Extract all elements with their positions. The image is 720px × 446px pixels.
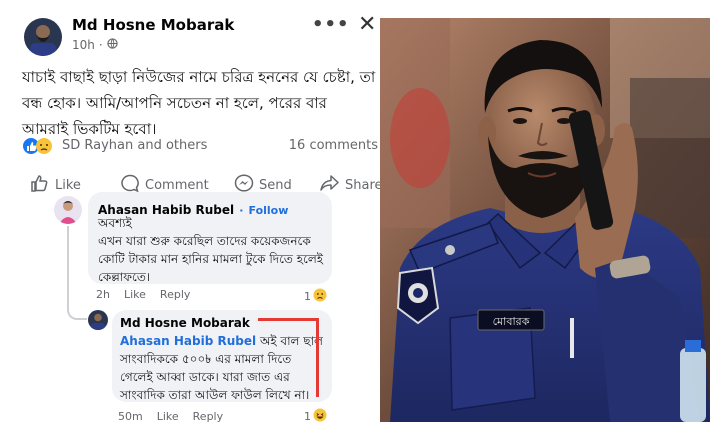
post-time[interactable]: 10h [72,38,95,52]
close-icon[interactable]: ✕ [358,12,376,37]
reply-reaction[interactable]: 1 [304,408,327,425]
post-body: যাচাই বাছাই ছাড়া নিউজের নামে চরিত্র হনন… [22,64,378,142]
globe-icon [107,38,118,52]
comment-text: অবশ্যই এখন যারা শুরু করেছিল তাদের কয়েকজ… [98,214,323,286]
comment-line: কোটি টাকার মান হানির মামলা টুকে দিতে হলে… [98,252,324,266]
mention-link[interactable]: Ahasan Habib Rubel [120,334,256,348]
like-label: Like [55,177,81,193]
post-body-line: বন্ধ হোক। আমি/আপনি সচেতন না হলে, পরের বা… [22,94,327,112]
dot-separator: · [98,38,103,52]
comments-count[interactable]: 16 comments [289,138,378,153]
officer-photo: মোবারক [380,18,710,422]
comment-reaction[interactable]: 1 [304,288,327,305]
post-body-line: যাচাই বাছাই ছাড়া নিউজের নামে চরিত্র হনন… [22,68,376,86]
send-label: Send [259,177,292,193]
facebook-post: Md Hosne Mobarak 10h · ••• ✕ যাচাই বাছাই… [8,6,383,442]
more-options-icon[interactable]: ••• [312,14,350,35]
comment-reply-button[interactable]: Reply [160,288,190,301]
name-tag-text: মোবারক [493,315,530,328]
reply-time[interactable]: 50m [118,410,143,423]
comment-time[interactable]: 2h [96,288,110,301]
like-button[interactable]: Like [30,174,81,196]
comment-line: অবশ্যই [98,216,132,230]
thread-connector [67,226,87,320]
comment-line: কেল্লাফতে। [98,270,151,284]
share-button[interactable]: Share [320,174,383,196]
post-meta: 10h · [72,38,118,52]
reply-author-avatar[interactable] [88,310,108,330]
reaction-count: 1 [304,290,311,303]
thumbs-up-icon [30,174,50,196]
reaction-count: 1 [304,410,311,423]
share-label: Share [345,177,383,193]
post-author-name[interactable]: Md Hosne Mobarak [72,16,234,34]
sad-face-icon [313,288,327,305]
red-highlight-mark [258,318,319,397]
reactions-text[interactable]: SD Rayhan and others [62,138,207,153]
comment-meta: 2h Like Reply [96,288,190,301]
reaction-icons[interactable] [22,137,52,155]
comment-line: এখন যারা শুরু করেছিল তাদের কয়েকজনকে [98,234,311,248]
commenter-avatar[interactable] [54,196,82,224]
officer-photo-illustration: মোবারক [380,18,710,422]
reply-author-name[interactable]: Md Hosne Mobarak [120,316,250,330]
reply-like-button[interactable]: Like [157,410,179,423]
reply-reply-button[interactable]: Reply [193,410,223,423]
author-avatar[interactable] [24,18,62,56]
comment-like-button[interactable]: Like [124,288,146,301]
laugh-face-icon [313,408,327,425]
comment-bubble: Ahasan Habib Rubel · Follow অবশ্যই এখন য… [88,192,332,284]
comment-label: Comment [145,177,209,193]
reply-meta: 50m Like Reply [118,410,223,423]
